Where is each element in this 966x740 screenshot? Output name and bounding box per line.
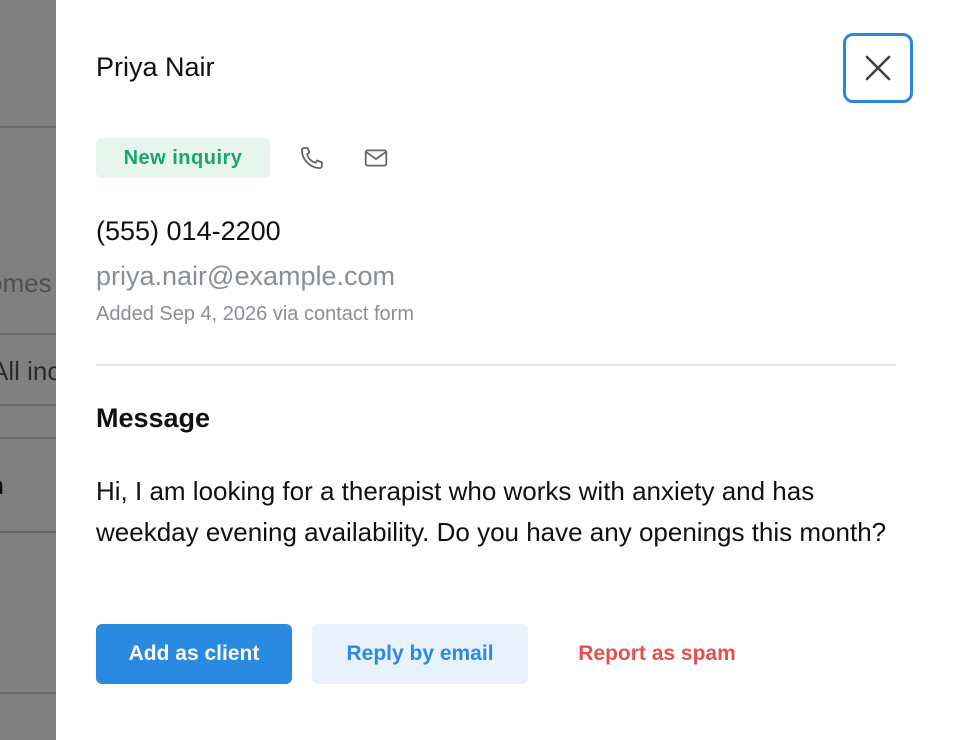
background-divider [0,126,56,128]
call-button[interactable] [297,143,327,173]
background-divider [0,333,56,335]
email-button[interactable] [361,143,391,173]
background-filter-label: All inc [0,356,56,386]
background-divider [0,437,56,439]
message-body: Hi, I am looking for a therapist who wor… [96,476,887,547]
background-divider [0,404,56,406]
section-divider [96,364,896,366]
background-text: omes [0,268,52,298]
status-badge: New inquiry [96,138,270,178]
background-heading: n [0,470,4,501]
reply-by-email-button[interactable]: Reply by email [312,624,528,684]
mail-icon [364,149,388,167]
contact-detail-drawer: Priya Nair New inquiry (555) 014-2200 pr… [56,0,966,740]
phone-icon [300,147,323,169]
background-divider [0,531,56,533]
close-button[interactable] [843,33,913,103]
page: omes All inc n Priya Nair New inquiry [0,0,966,740]
background-divider [0,692,56,694]
message-heading: Message [96,403,211,433]
added-metadata: Added Sep 4, 2026 via contact form [96,303,414,325]
report-as-spam-button[interactable]: Report as spam [549,624,765,684]
contact-phone: (555) 014-2200 [96,216,281,246]
contact-email: priya.nair@example.com [96,261,396,291]
add-as-client-button[interactable]: Add as client [96,624,292,684]
contact-name: Priya Nair [96,52,215,82]
close-icon [865,55,891,81]
background-page-overlay[interactable]: omes All inc n [0,0,56,740]
